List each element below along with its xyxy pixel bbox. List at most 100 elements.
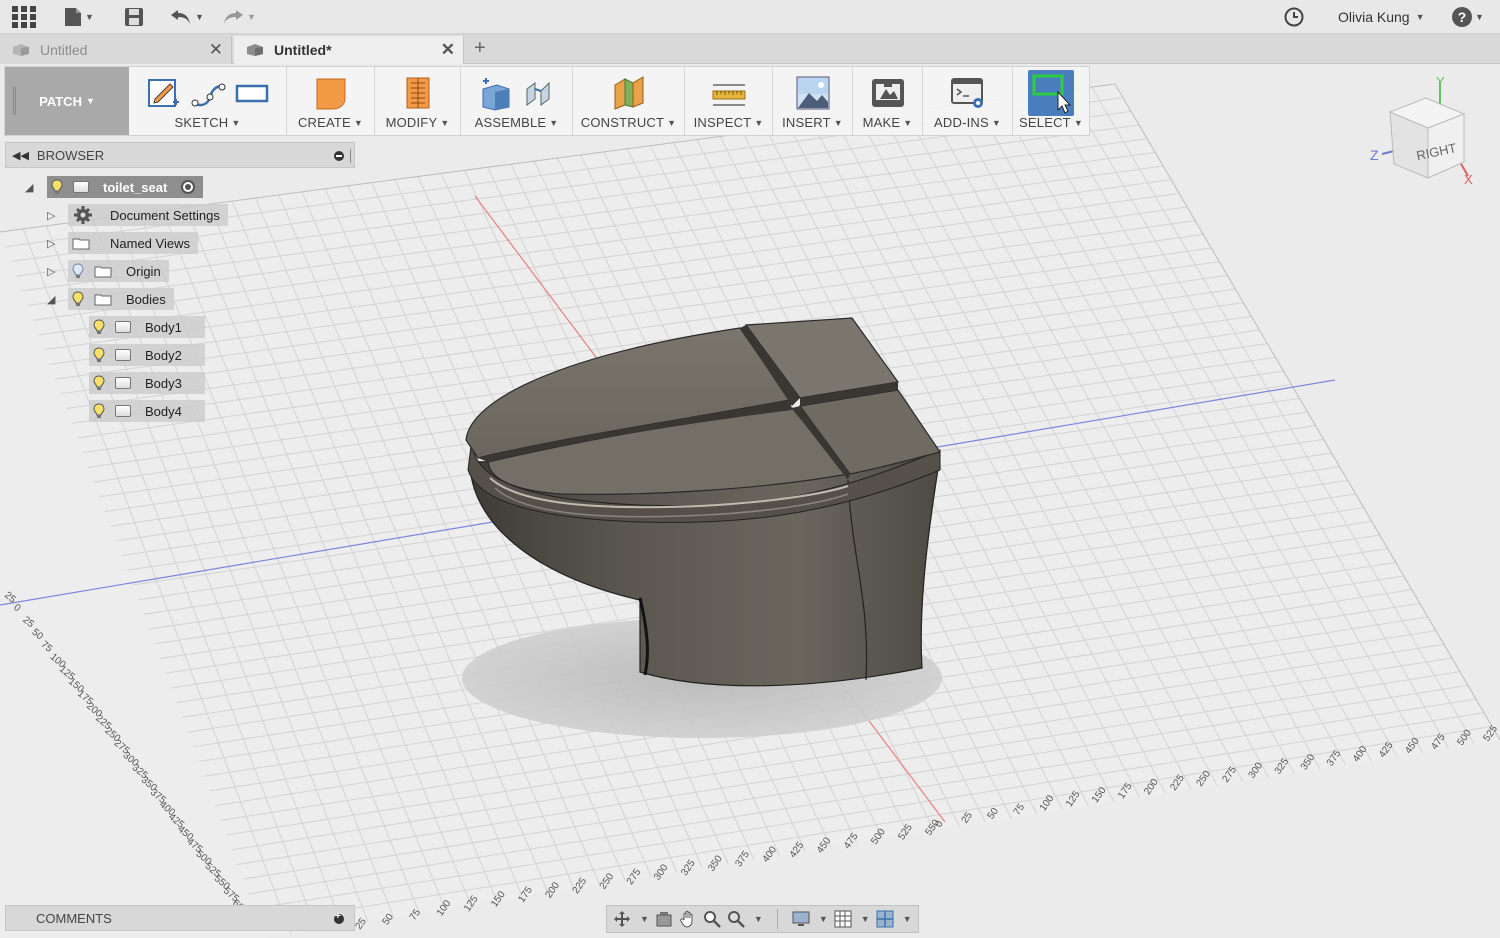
add-comment-icon[interactable] — [334, 911, 344, 924]
node-label: Origin — [126, 263, 161, 279]
modify-menu[interactable]: MODIFY ▼ — [386, 115, 450, 130]
visibility-bulb-icon[interactable] — [93, 347, 105, 363]
design-document-icon — [247, 44, 263, 56]
zoom-window-icon[interactable] — [727, 910, 745, 928]
3d-viewport[interactable]: 2502550751001251501752002252502753003253… — [0, 64, 1500, 938]
assemble-menu[interactable]: ASSEMBLE ▼ — [475, 115, 559, 130]
select-tool-icon[interactable] — [1028, 70, 1074, 116]
browser-node-body[interactable]: Body4 — [89, 400, 205, 422]
visibility-bulb-icon[interactable] — [72, 291, 84, 307]
insert-menu[interactable]: INSERT ▼ — [782, 115, 843, 130]
expand-toggle-document-settings[interactable]: ▷ — [47, 209, 55, 222]
measure-icon[interactable] — [711, 75, 747, 111]
view-cube[interactable]: Y Z X RIGHT — [1368, 72, 1488, 192]
display-settings-icon[interactable] — [792, 910, 810, 928]
grid-settings-icon[interactable] — [834, 910, 852, 928]
undo-icon — [171, 10, 190, 24]
document-tab-bar: Untitled ✕ Untitled* ✕ + — [0, 34, 1500, 64]
workspace-switcher[interactable]: PATCH ▼ — [5, 67, 129, 135]
application-bar: ▼ ▼ ▼ Olivia Kung ▼ ? ▼ — [0, 0, 1500, 34]
close-icon[interactable]: ✕ — [209, 40, 223, 60]
user-name: Olivia Kung — [1338, 9, 1410, 25]
3d-print-icon[interactable] — [870, 75, 906, 111]
activate-radio-icon[interactable] — [181, 180, 196, 194]
new-component-icon[interactable] — [477, 75, 513, 111]
scripts-addins-icon[interactable] — [950, 75, 986, 111]
expand-toggle-origin[interactable]: ▷ — [47, 265, 55, 278]
expand-toggle-bodies[interactable]: ◢ — [47, 293, 55, 306]
data-panel-grid-icon[interactable] — [12, 5, 36, 29]
new-tab-plus-icon[interactable]: + — [474, 37, 486, 60]
visibility-bulb-icon[interactable] — [72, 263, 84, 279]
create-menu[interactable]: CREATE ▼ — [298, 115, 363, 130]
browser-node-body[interactable]: Body2 — [89, 344, 205, 366]
browser-node-body[interactable]: Body3 — [89, 372, 205, 394]
axis-x-label: X — [1464, 172, 1473, 187]
folder-icon — [94, 266, 112, 277]
help-icon: ? — [1452, 7, 1472, 27]
nav-separator — [776, 909, 778, 929]
trim-surface-icon[interactable] — [400, 75, 436, 111]
insert-group: INSERT ▼ — [773, 67, 853, 135]
offset-plane-icon[interactable] — [611, 75, 647, 111]
orbit-move-icon[interactable] — [613, 910, 631, 928]
close-icon[interactable]: ✕ — [441, 40, 455, 60]
sketch-menu[interactable]: SKETCH ▼ — [174, 115, 240, 130]
joint-icon[interactable] — [521, 75, 557, 111]
help-menu-button[interactable]: ? ▼ — [1452, 5, 1484, 29]
body-icon — [115, 349, 131, 361]
patch-surface-icon[interactable] — [313, 75, 349, 111]
collapse-panel-icon[interactable]: ◀◀ — [12, 149, 29, 162]
browser-node-named-views[interactable]: Named Views — [68, 232, 198, 254]
assemble-group: ASSEMBLE ▼ — [461, 67, 573, 135]
node-label: Body4 — [145, 403, 182, 419]
panel-grip-handle[interactable] — [350, 149, 352, 163]
node-label: Body1 — [145, 319, 182, 335]
job-status-clock-icon[interactable] — [1284, 5, 1304, 29]
comments-panel-header[interactable]: COMMENTS — [5, 905, 355, 931]
rectangle-sketch-icon[interactable] — [234, 75, 270, 111]
make-menu[interactable]: MAKE ▼ — [863, 115, 913, 130]
save-button[interactable] — [124, 5, 144, 29]
design-document-icon — [13, 44, 29, 56]
browser-root-node[interactable]: toilet_seat — [47, 176, 204, 198]
browser-node-bodies[interactable]: Bodies — [68, 288, 174, 310]
spline-curve-icon[interactable] — [190, 75, 226, 111]
addins-menu[interactable]: ADD-INS ▼ — [934, 115, 1001, 130]
construct-menu[interactable]: CONSTRUCT ▼ — [581, 115, 677, 130]
browser-node-body[interactable]: Body1 — [89, 316, 205, 338]
file-icon — [65, 8, 81, 26]
inspect-menu[interactable]: INSPECT ▼ — [694, 115, 764, 130]
construct-group: CONSTRUCT ▼ — [573, 67, 685, 135]
insert-image-icon[interactable] — [795, 75, 831, 111]
expand-toggle-root[interactable]: ◢ — [25, 181, 33, 194]
expand-toggle-named-views[interactable]: ▷ — [47, 237, 55, 250]
visibility-bulb-icon[interactable] — [51, 179, 63, 195]
tab-untitled-modified[interactable]: Untitled* ✕ — [234, 36, 464, 64]
inspect-group: INSPECT ▼ — [685, 67, 773, 135]
select-menu[interactable]: SELECT ▼ — [1019, 115, 1083, 130]
redo-button[interactable]: ▼ — [222, 5, 256, 29]
tab-label: Untitled* — [274, 42, 332, 58]
tab-untitled[interactable]: Untitled ✕ — [0, 36, 232, 64]
navigation-bar: ▼ ▼ ▼ ▼ ▼ — [606, 905, 919, 933]
undo-button[interactable]: ▼ — [170, 5, 204, 29]
visibility-bulb-icon[interactable] — [93, 403, 105, 419]
browser-panel-header[interactable]: ◀◀ BROWSER — [5, 142, 355, 168]
gear-icon — [74, 206, 92, 224]
minimize-icon[interactable] — [334, 151, 344, 161]
pan-hand-icon[interactable] — [679, 910, 697, 928]
viewports-layout-icon[interactable] — [876, 910, 894, 928]
root-component-name: toilet_seat — [103, 179, 168, 195]
node-label: Body3 — [145, 375, 182, 391]
browser-node-origin[interactable]: Origin — [68, 260, 169, 282]
toolbar-grip-handle[interactable] — [13, 87, 16, 115]
zoom-icon[interactable] — [703, 910, 721, 928]
user-account-menu[interactable]: Olivia Kung ▼ — [1338, 9, 1425, 25]
visibility-bulb-icon[interactable] — [93, 319, 105, 335]
look-at-icon[interactable] — [655, 910, 673, 928]
browser-node-document-settings[interactable]: Document Settings — [68, 204, 228, 226]
visibility-bulb-icon[interactable] — [93, 375, 105, 391]
file-menu-button[interactable]: ▼ — [64, 5, 94, 29]
create-sketch-icon[interactable] — [146, 75, 182, 111]
